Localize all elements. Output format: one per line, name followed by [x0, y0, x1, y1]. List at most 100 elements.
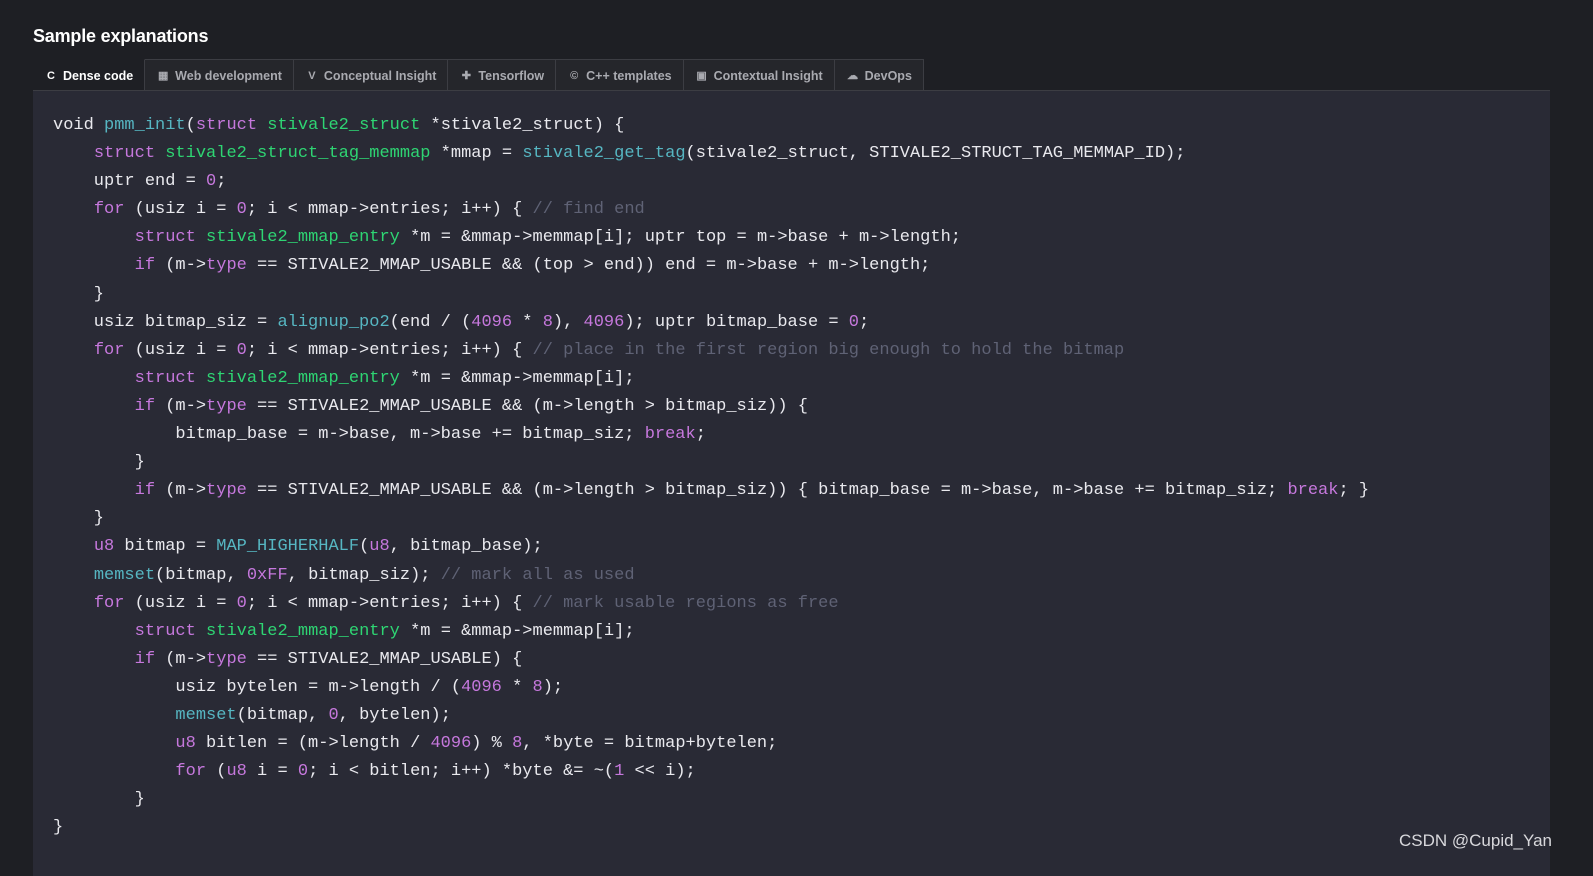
page-title: Sample explanations [33, 26, 209, 46]
code-token: memset [175, 705, 237, 725]
code-token: u8 [175, 734, 196, 754]
code-token: , *byte = bitmap+bytelen; [522, 734, 778, 754]
code-token: for [93, 340, 125, 360]
code-token: 0 [848, 312, 859, 332]
code-line: struct stivale2_struct_tag_memmap *mmap … [53, 140, 1369, 168]
code-token: type [206, 256, 247, 276]
tab-tensorflow[interactable]: ✚ Tensorflow [448, 59, 557, 91]
code-token: 1 [614, 762, 625, 782]
tab-contextual-insight[interactable]: ▣ Contextual Insight [683, 59, 835, 91]
cpp-icon: © [570, 69, 579, 82]
code-token: (usiz i = [124, 593, 237, 613]
tab-c-templates[interactable]: © C++ templates [556, 59, 684, 91]
code-token: u8 [369, 537, 390, 557]
code-token: bitmap_base = m->base, m->base += bitmap… [53, 425, 645, 445]
code-token: stivale2_mmap_entry [206, 621, 400, 641]
code-panel: void pmm_init(struct stivale2_struct *st… [33, 91, 1550, 876]
code-token: bitlen = (m->length / [195, 734, 431, 754]
tab-dense-code[interactable]: C Dense code [33, 59, 146, 91]
code-line: } [53, 505, 1369, 533]
code-line: memset(bitmap, 0xFF, bitmap_siz); // mar… [53, 562, 1369, 590]
code-token: * [501, 677, 533, 697]
code-line: for (usiz i = 0; i < mmap->entries; i++)… [53, 196, 1369, 224]
code-token: == STIVALE2_MMAP_USABLE && (m->length > … [246, 396, 808, 416]
code-token: for [175, 762, 207, 782]
code-token: 4096 [471, 312, 513, 332]
code-token: i = [246, 762, 298, 782]
tab-bar: C Dense code ▦ Web development V Conceptual I… [33, 59, 924, 91]
c-language-icon: C [47, 69, 55, 82]
tab-web-development[interactable]: ▦ Web development [145, 59, 294, 91]
web-icon: ▦ [157, 70, 169, 82]
code-token: break [1287, 481, 1339, 501]
code-token: *mmap = [430, 144, 523, 164]
tab-conceptual-insight[interactable]: V Conceptual Insight [293, 59, 449, 91]
code-token: 0 [328, 705, 339, 725]
code-line: if (m->type == STIVALE2_MMAP_USABLE) { [53, 646, 1369, 674]
code-token: (bitmap, [155, 565, 247, 585]
code-token: pmm_init [104, 116, 186, 135]
code-token: ) % [471, 734, 513, 754]
code-line: if (m->type == STIVALE2_MMAP_USABLE && (… [53, 252, 1369, 280]
code-token: , bitmap_base); [389, 537, 543, 557]
code-token: struct [134, 621, 207, 641]
code-token: stivale2_mmap_entry [206, 228, 400, 248]
code-token: == STIVALE2_MMAP_USABLE && (m->length > … [246, 481, 1288, 501]
code-token: ; i < bitlen; i++) *byte &= ~( [308, 762, 615, 782]
code-token: struct [134, 368, 207, 388]
tab-label: Dense code [63, 68, 134, 83]
code-line: } [53, 281, 1369, 309]
code-token: * [512, 312, 543, 332]
tab-label: Contextual Insight [713, 68, 823, 83]
tab-devops[interactable]: ☁ DevOps [834, 59, 924, 91]
code-token: } [53, 818, 64, 838]
code-token: ; [216, 172, 227, 192]
code-token: ; i < mmap->entries; i++) { [246, 593, 533, 613]
code-token: } [53, 509, 105, 529]
code-token: 0 [236, 200, 247, 220]
code-line: struct stivale2_mmap_entry *m = &mmap->m… [53, 618, 1369, 646]
code-token: usiz bytelen = m->length / ( [53, 677, 462, 697]
code-line: for (usiz i = 0; i < mmap->entries; i++)… [53, 590, 1369, 618]
code-token: u8 [93, 537, 115, 557]
code-token: ; } [1338, 481, 1370, 501]
code-token: // place in the first region big enough … [532, 340, 1125, 360]
code-token: 0 [297, 762, 309, 782]
code-token: if [134, 396, 156, 416]
tab-label: DevOps [864, 68, 912, 83]
code-token: , bitmap_siz); [287, 565, 441, 585]
code-token: // mark usable regions as free [532, 593, 839, 613]
code-token: ( [359, 537, 370, 557]
code-token: (m-> [155, 649, 207, 669]
tensorflow-icon: ✚ [461, 70, 472, 82]
code-token: == STIVALE2_MMAP_USABLE) { [246, 649, 523, 669]
code-token: type [206, 481, 247, 501]
code-token: // mark all as used [440, 565, 635, 585]
code-token: bitmap = [114, 537, 217, 557]
code-token: 0 [236, 340, 247, 360]
tab-label: Web development [175, 68, 282, 83]
code-token: 8 [512, 734, 523, 754]
code-line: uptr end = 0; [53, 168, 1369, 196]
code-line: u8 bitlen = (m->length / 4096) % 8, *byt… [53, 730, 1369, 758]
code-token: ( [185, 116, 196, 135]
code-token: alignup_po2 [277, 312, 390, 332]
code-line: if (m->type == STIVALE2_MMAP_USABLE && (… [53, 393, 1369, 421]
code-token: if [134, 481, 156, 501]
code-line: bitmap_base = m->base, m->base += bitmap… [53, 421, 1369, 449]
code-token: ( [206, 762, 227, 782]
code-token: } [53, 284, 105, 304]
code-token: void [53, 116, 105, 135]
code-token: *stivale2_struct) { [420, 116, 625, 135]
code-line: } [53, 814, 1369, 842]
code-token: 0 [236, 593, 247, 613]
code-token: stivale2_mmap_entry [206, 368, 400, 388]
